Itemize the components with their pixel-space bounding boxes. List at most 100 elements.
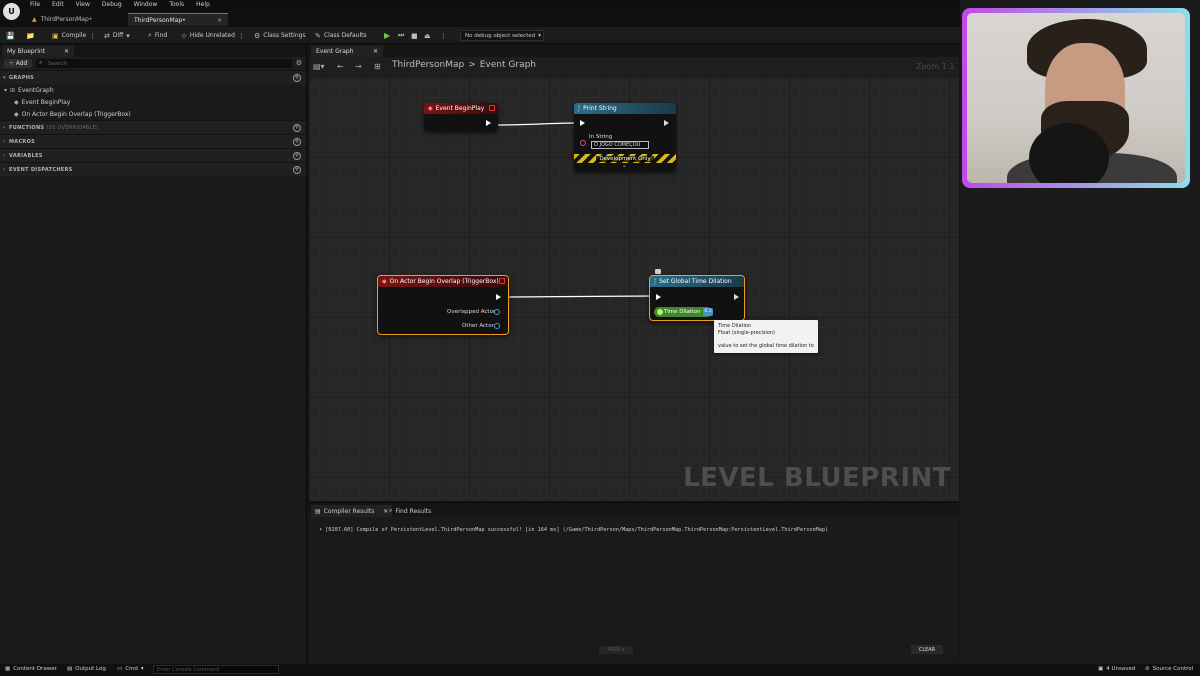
tab-event-graph[interactable]: Event Graph ✕ [311,46,383,57]
add-dispatcher-icon[interactable]: + [293,166,301,174]
chevron-down-icon[interactable]: ⌄ [622,163,627,169]
node-event-beginplay[interactable]: ◆ Event BeginPlay [424,103,498,131]
chevron-down-icon: ▾ [126,31,130,40]
exec-out-pin[interactable] [486,120,491,126]
comment-bubble-icon[interactable] [655,269,661,274]
gear-icon[interactable]: ⚙ [296,59,302,67]
forward-arrow-icon[interactable]: → [355,62,362,71]
compile-button[interactable]: ▣ Compile ⋮ [52,30,96,41]
more-icon[interactable]: ⋮ [238,32,245,40]
browse-icon[interactable]: 📁 [26,30,35,41]
tree-item-on-actor-begin-overlap[interactable]: ◆ On Actor Begin Overlap (TriggerBox) [0,108,306,120]
add-macro-icon[interactable]: + [293,138,301,146]
cmd-dropdown[interactable]: ▭ Cmd ▾ [117,666,144,672]
tab-my-blueprint[interactable]: My Blueprint ✕ [2,46,74,57]
breadcrumb-root[interactable]: ThirdPersonMap [392,60,464,70]
section-graphs[interactable]: ▾ GRAPHS + [0,70,306,84]
event-graph-canvas[interactable]: ◆ Event BeginPlay ƒ Print String In Stri… [309,77,959,501]
exec-out-pin[interactable] [664,120,669,126]
graph-menu-icon[interactable]: ▤▾ [313,62,325,71]
console-command-input[interactable]: Enter Console Command [153,665,279,674]
play-options-button[interactable]: ⋮ [440,30,447,41]
stop-button[interactable]: ■ [411,30,418,41]
section-functions[interactable]: › FUNCTIONS (20 OVERRIDABLE) + [0,120,306,134]
source-control-icon: ⊘ [1145,666,1150,672]
menu-tools[interactable]: Tools [169,1,184,8]
search-icon: ⌕ [148,31,152,39]
time-dilation-value[interactable]: 0.1 [703,308,713,316]
tab-compiler-results[interactable]: ▤ Compiler Results ✕ [311,505,393,517]
source-control-button[interactable]: ⊘ Source Control [1145,666,1193,672]
hide-unrelated-button[interactable]: ⊹ Hide Unrelated ⋮ [181,30,245,41]
add-variable-icon[interactable]: + [293,152,301,160]
tree-item-eventgraph[interactable]: ▾ ⊞ EventGraph [0,84,306,96]
gear-icon: ⚙ [254,31,261,40]
close-icon[interactable]: ✕ [64,48,69,55]
tab-find-results[interactable]: ⌕ Find Results [385,505,435,517]
chevron-down-icon: ▾ [140,666,144,672]
webcam-video [967,13,1185,183]
hide-icon: ⊹ [181,31,187,40]
clear-button[interactable]: CLEAR [911,645,943,654]
chevron-right-icon: › [3,166,6,173]
eject-button[interactable]: ⏏ [424,30,431,41]
debug-object-select[interactable]: No debug object selected ▾ [460,30,544,41]
node-set-global-time-dilation[interactable]: ƒ Set Global Time Dilation Time Dilation… [649,275,745,321]
menu-file[interactable]: File [30,1,40,8]
add-button[interactable]: + Add [4,59,32,68]
close-icon[interactable]: ✕ [217,17,222,24]
menu-edit[interactable]: Edit [52,1,64,8]
section-event-dispatchers[interactable]: › EVENT DISPATCHERS + [0,162,306,176]
output-log-button[interactable]: ▤ Output Log [67,666,106,672]
object-pin[interactable] [494,309,500,315]
menu-bar: File Edit View Debug Window Tools Help [0,0,960,11]
delegate-pin-icon[interactable] [489,105,495,111]
string-pin[interactable] [580,140,586,146]
section-macros[interactable]: › MACROS + [0,134,306,148]
diff-button[interactable]: ⇄ Diff ▾ [104,30,130,41]
menu-help[interactable]: Help [196,1,210,8]
doc-tab-blueprint[interactable]: ThirdPersonMap• ✕ [128,13,228,26]
exec-in-pin[interactable] [580,120,585,126]
menu-debug[interactable]: Debug [102,1,122,8]
close-icon[interactable]: ✕ [373,48,378,55]
search-input[interactable]: ⌕ Search [36,59,292,68]
content-drawer-button[interactable]: ▦ Content Drawer [5,666,57,672]
in-string-input[interactable]: O JOGO COMEÇOU [591,141,649,149]
node-on-actor-begin-overlap[interactable]: ◆ On Actor Begin Overlap (TriggerBox) Ov… [377,275,509,335]
unreal-logo-icon[interactable]: U [3,3,20,20]
chevron-down-icon: ▾ [4,86,8,94]
exec-in-pin[interactable] [656,294,661,300]
float-pin[interactable] [657,309,663,315]
compile-icon: ▣ [52,31,59,40]
menu-window[interactable]: Window [134,1,158,8]
overlapped-actor-label: Overlapped Actor [447,309,496,315]
add-function-icon[interactable]: + [293,124,301,132]
page-button[interactable]: PAGE ▾ [599,646,633,654]
delegate-pin-icon[interactable] [499,278,505,284]
find-button[interactable]: ⌕ Find [148,30,167,41]
section-variables[interactable]: › VARIABLES + [0,148,306,162]
node-print-string[interactable]: ƒ Print String In String O JOGO COMEÇOU … [574,103,676,171]
back-arrow-icon[interactable]: ← [337,62,344,71]
step-button[interactable]: ⏭ [398,30,404,41]
pin-tooltip: Time Dilation Float (single-precision) v… [714,320,818,353]
object-pin[interactable] [494,323,500,329]
class-defaults-button[interactable]: ✎ Class Defaults [315,30,367,41]
more-icon[interactable]: ⋮ [89,32,96,40]
status-bar: ▦ Content Drawer ▤ Output Log ▭ Cmd ▾ Enter … [0,664,1200,676]
unsaved-button[interactable]: ▣ 4 Unsaved [1098,666,1135,672]
menu-view[interactable]: View [76,1,90,8]
exec-out-pin[interactable] [496,294,501,300]
add-graph-icon[interactable]: + [293,74,301,82]
class-settings-button[interactable]: ⚙ Class Settings [254,30,306,41]
save-icon[interactable]: 💾 [6,30,15,41]
content-drawer-icon: ▦ [5,666,11,672]
doc-tab-level-editor[interactable]: ▲ ThirdPersonMap• [26,13,126,26]
play-button[interactable]: ▶ [384,30,390,41]
exec-wire-beginplay [493,122,578,126]
exec-out-pin[interactable] [734,294,739,300]
panel-search-row: + Add ⌕ Search ⚙ [0,57,306,70]
breadcrumb-leaf[interactable]: Event Graph [480,60,536,70]
tree-item-event-beginplay[interactable]: ◆ Event BeginPlay [0,96,306,108]
